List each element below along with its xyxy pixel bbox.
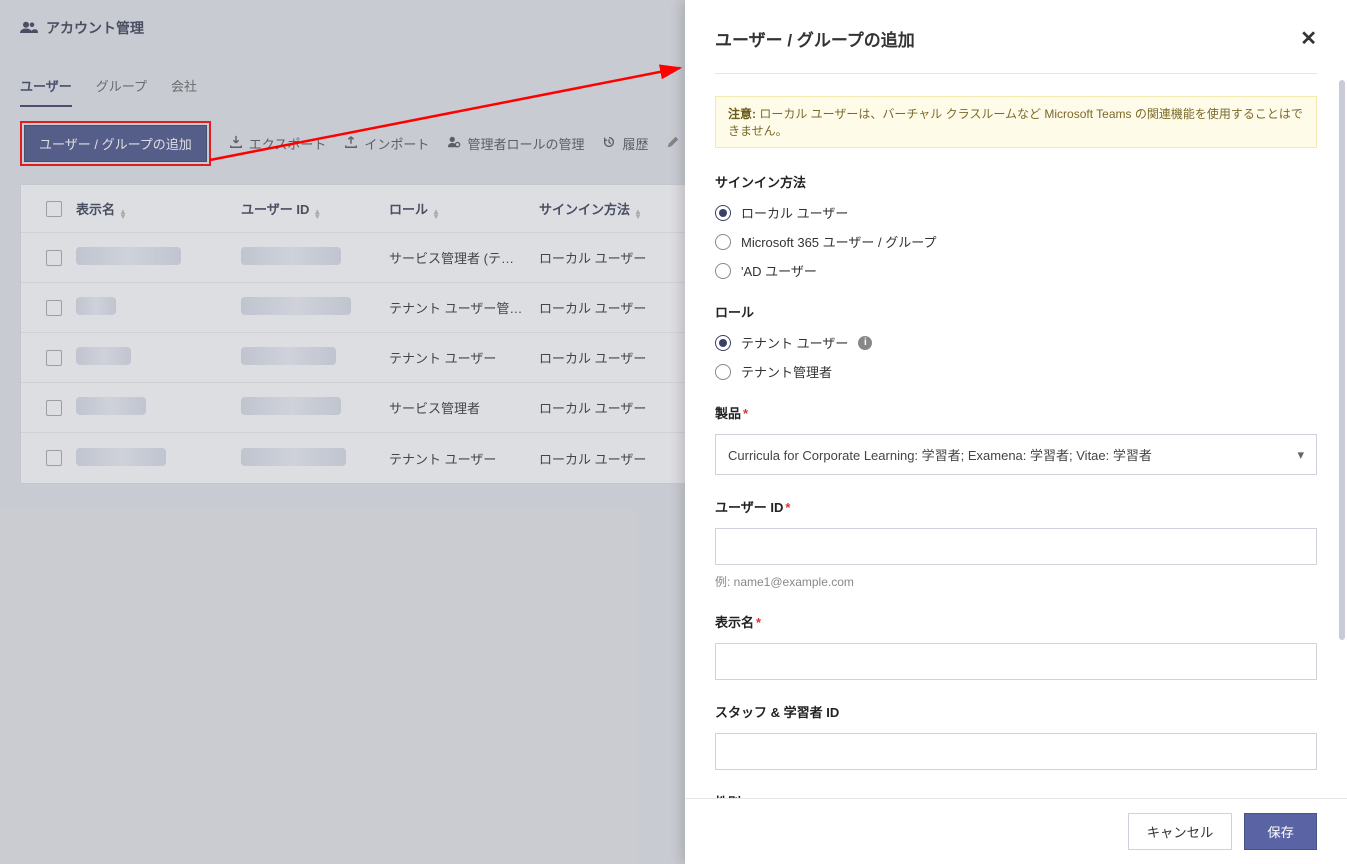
scrollbar[interactable]	[1339, 80, 1345, 640]
userid-label: ユーザー ID*	[715, 497, 1317, 516]
radio-icon	[715, 205, 731, 221]
panel-footer: キャンセル 保存	[685, 798, 1347, 864]
role-label: ロール	[715, 302, 1317, 321]
radio-icon	[715, 335, 731, 351]
product-value: Curricula for Corporate Learning: 学習者; E…	[728, 445, 1152, 464]
userid-input[interactable]	[715, 528, 1317, 565]
display-name-label: 表示名*	[715, 612, 1317, 631]
role-group: テナント ユーザー i テナント管理者	[715, 333, 1317, 381]
product-select[interactable]: Curricula for Corporate Learning: 学習者; E…	[715, 434, 1317, 475]
radio-icon	[715, 263, 731, 279]
radio-icon	[715, 234, 731, 250]
role-option-tenant-user[interactable]: テナント ユーザー i	[715, 333, 1317, 352]
signin-option-ad[interactable]: 'AD ユーザー	[715, 261, 1317, 280]
side-panel: ユーザー / グループの追加 ✕ 注意: ローカル ユーザーは、バーチャル クラ…	[685, 0, 1347, 864]
panel-body: 注意: ローカル ユーザーは、バーチャル クラスルームなど Microsoft …	[685, 73, 1347, 798]
signin-method-group: ローカル ユーザー Microsoft 365 ユーザー / グループ 'AD …	[715, 203, 1317, 280]
warning-alert: 注意: ローカル ユーザーは、バーチャル クラスルームなど Microsoft …	[715, 96, 1317, 148]
product-label: 製品*	[715, 403, 1317, 422]
staff-id-label: スタッフ & 学習者 ID	[715, 702, 1317, 721]
staff-id-input[interactable]	[715, 733, 1317, 770]
panel-title: ユーザー / グループの追加	[715, 26, 915, 51]
info-icon[interactable]: i	[858, 336, 872, 350]
role-option-tenant-admin[interactable]: テナント管理者	[715, 362, 1317, 381]
display-name-input[interactable]	[715, 643, 1317, 680]
radio-icon	[715, 364, 731, 380]
cancel-button[interactable]: キャンセル	[1128, 813, 1233, 850]
alert-prefix: 注意:	[728, 107, 756, 121]
save-button[interactable]: 保存	[1244, 813, 1317, 850]
chevron-down-icon: ▾	[1297, 447, 1304, 463]
alert-text: ローカル ユーザーは、バーチャル クラスルームなど Microsoft Team…	[728, 107, 1303, 138]
signin-option-m365[interactable]: Microsoft 365 ユーザー / グループ	[715, 232, 1317, 251]
signin-option-local[interactable]: ローカル ユーザー	[715, 203, 1317, 222]
close-button[interactable]: ✕	[1300, 26, 1317, 51]
userid-hint: 例: name1@example.com	[715, 573, 1317, 590]
signin-method-label: サインイン方法	[715, 172, 1317, 191]
